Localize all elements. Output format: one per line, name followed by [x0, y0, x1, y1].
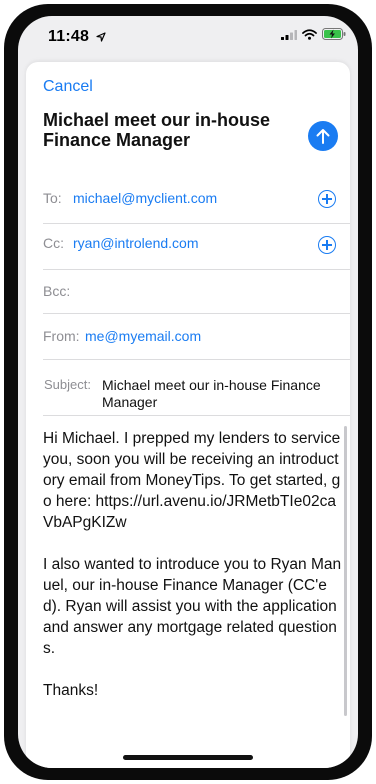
cellular-signal-icon [281, 29, 297, 40]
arrow-up-icon [316, 129, 330, 144]
bcc-label: Bcc: [43, 283, 71, 299]
battery-charging-icon [322, 28, 346, 40]
cancel-button[interactable]: Cancel [43, 78, 93, 96]
message-body[interactable]: Hi Michael. I prepped my lenders to serv… [43, 428, 343, 701]
cc-recipient[interactable]: ryan@introlend.com [73, 235, 199, 251]
to-recipient[interactable]: michael@myclient.com [73, 190, 217, 206]
from-address[interactable]: me@myemail.com [85, 328, 201, 344]
subject-label: Subject: [44, 377, 91, 392]
home-indicator[interactable] [123, 755, 253, 760]
screen: 11:48 Cancel Michael meet our in-house F… [18, 16, 358, 768]
to-field[interactable]: To: michael@myclient.com [43, 173, 350, 224]
status-icons [281, 28, 346, 40]
time-label: 11:48 [48, 28, 90, 45]
phone-frame: 11:48 Cancel Michael meet our in-house F… [4, 4, 372, 780]
from-label: From: [43, 328, 80, 344]
to-label: To: [43, 190, 62, 206]
add-cc-recipient-icon[interactable] [318, 236, 336, 254]
subject-input[interactable]: Michael meet our in-house Finance Manage… [102, 377, 342, 411]
send-button[interactable] [308, 121, 338, 151]
add-to-recipient-icon[interactable] [318, 190, 336, 208]
cc-label: Cc: [43, 235, 64, 251]
bcc-field[interactable]: Bcc: [43, 269, 350, 314]
status-time: 11:48 [48, 28, 106, 46]
subject-field[interactable]: Subject: Michael meet our in-house Finan… [43, 359, 350, 416]
location-arrow-icon [96, 32, 106, 42]
scrollbar[interactable] [344, 426, 347, 716]
cc-field[interactable]: Cc: ryan@introlend.com [43, 223, 350, 270]
compose-sheet: Cancel Michael meet our in-house Finance… [26, 62, 350, 768]
from-field[interactable]: From: me@myemail.com [43, 313, 350, 360]
compose-title: Michael meet our in-house Finance Manage… [43, 110, 271, 150]
status-bar: 11:48 [18, 16, 358, 66]
wifi-icon [302, 28, 317, 40]
